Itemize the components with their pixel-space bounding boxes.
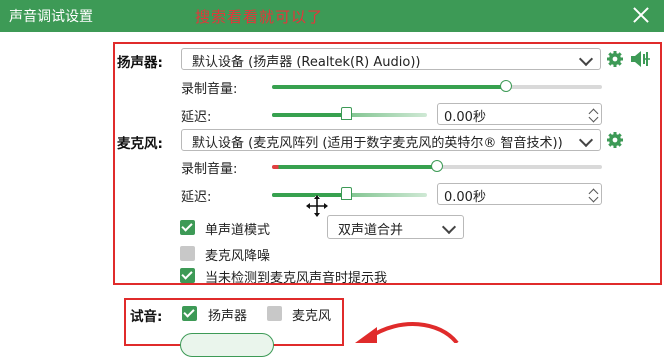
speaker-delay-spinbox[interactable]: 0.00秒 — [437, 103, 602, 125]
slider-pointer[interactable] — [341, 187, 353, 200]
speaker-volume-slider[interactable] — [272, 80, 602, 92]
slider-fill — [272, 113, 347, 117]
gear-icon[interactable] — [606, 50, 624, 68]
denoise-checkbox[interactable] — [180, 246, 195, 261]
no-sound-prompt-label: 当未检测到麦克风声音时提示我 — [205, 271, 388, 286]
chevron-down-icon — [578, 132, 594, 148]
slider-knob[interactable] — [431, 160, 443, 172]
test-speaker-checkbox[interactable] — [182, 306, 197, 321]
annotation-text: 搜索看看就可以了 — [195, 8, 324, 26]
mic-delay-value: 0.00秒 — [444, 190, 486, 205]
no-sound-prompt-checkbox[interactable] — [180, 268, 195, 283]
speaker-label: 扬声器: — [117, 55, 163, 71]
mono-mode-value: 双声道合并 — [338, 223, 404, 238]
speaker-delay-label: 延迟: — [181, 110, 212, 125]
denoise-label: 麦克风降噪 — [205, 249, 271, 264]
close-icon[interactable] — [628, 2, 654, 28]
mono-mode-checkbox[interactable] — [180, 220, 195, 235]
speaker-device-value: 默认设备 (扬声器 (Realtek(R) Audio)) — [192, 55, 421, 70]
test-speaker-label: 扬声器 — [208, 309, 248, 324]
speaker-delay-slider[interactable] — [272, 107, 427, 120]
mic-device-value: 默认设备 (麦克风阵列 (适用于数字麦克风的英特尔® 智音技术)) — [192, 136, 563, 151]
mic-delay-label: 延迟: — [181, 190, 212, 205]
speaker-volume-icon[interactable] — [630, 50, 652, 68]
speaker-device-select[interactable]: 默认设备 (扬声器 (Realtek(R) Audio)) — [181, 48, 601, 70]
gear-icon[interactable] — [606, 131, 624, 149]
mono-mode-label: 单声道模式 — [205, 223, 271, 238]
mic-volume-label: 录制音量: — [181, 162, 238, 177]
speaker-volume-label: 录制音量: — [181, 82, 238, 97]
title-bar: 声音调试设置 搜索看看就可以了 — [0, 0, 664, 32]
speaker-delay-value: 0.00秒 — [444, 110, 486, 125]
test-label: 试音: — [130, 309, 163, 325]
test-mic-label: 麦克风 — [292, 309, 332, 324]
window-title: 声音调试设置 — [9, 9, 93, 25]
slider-fill — [272, 85, 507, 89]
chevron-down-icon — [578, 51, 594, 67]
chevron-down-icon — [441, 219, 457, 235]
test-mic-checkbox[interactable] — [267, 306, 282, 321]
mic-delay-slider[interactable] — [272, 187, 427, 200]
annotation-arrow — [355, 322, 459, 343]
slider-pointer[interactable] — [341, 107, 353, 120]
mic-device-select[interactable]: 默认设备 (麦克风阵列 (适用于数字麦克风的英特尔® 智音技术)) — [181, 129, 601, 151]
mic-label: 麦克风: — [117, 136, 163, 152]
mic-volume-slider[interactable] — [272, 160, 602, 172]
test-button[interactable] — [180, 333, 274, 357]
mono-mode-select[interactable]: 双声道合并 — [327, 215, 464, 239]
move-cursor-icon — [306, 195, 328, 217]
mic-delay-spinbox[interactable]: 0.00秒 — [437, 183, 602, 205]
slider-fill — [272, 165, 437, 169]
